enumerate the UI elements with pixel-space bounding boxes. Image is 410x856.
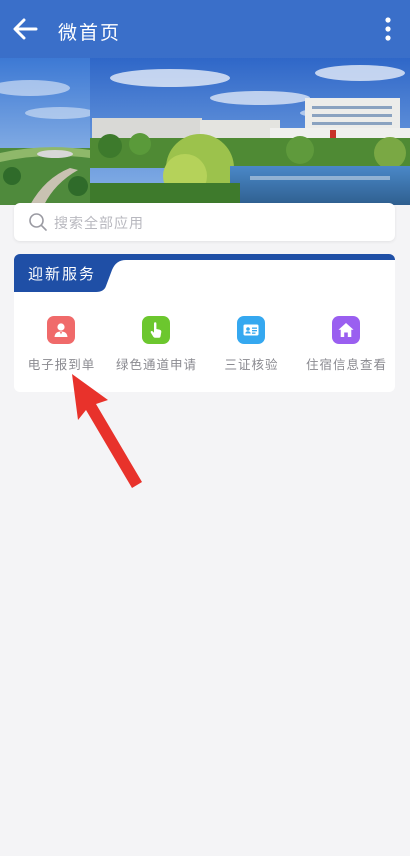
annotation-arrow-icon	[72, 374, 142, 488]
arrow-left-icon	[13, 18, 38, 40]
person-icon	[47, 316, 75, 344]
service-label: 住宿信息查看	[305, 357, 387, 372]
service-label: 三证核验	[224, 357, 279, 372]
more-button[interactable]	[378, 12, 398, 46]
page-title: 微首页	[58, 22, 122, 44]
more-vertical-icon	[385, 17, 391, 41]
back-button[interactable]	[8, 12, 42, 46]
home-icon	[332, 316, 360, 344]
service-dormitory-info[interactable]: 住宿信息查看	[299, 312, 394, 382]
service-certificate-check[interactable]: 三证核验	[204, 312, 299, 382]
campus-banner-image	[0, 58, 410, 205]
card-header: 迎新服务	[14, 254, 395, 292]
search-icon	[29, 213, 47, 231]
search-placeholder: 搜索全部应用	[54, 216, 144, 232]
card-title: 迎新服务	[28, 265, 97, 283]
campus-banner[interactable]	[0, 58, 410, 205]
app-bar: 微首页	[0, 0, 410, 58]
id-card-icon	[237, 316, 265, 344]
search-input[interactable]: 搜索全部应用	[14, 203, 395, 241]
hand-pointer-icon	[142, 316, 170, 344]
